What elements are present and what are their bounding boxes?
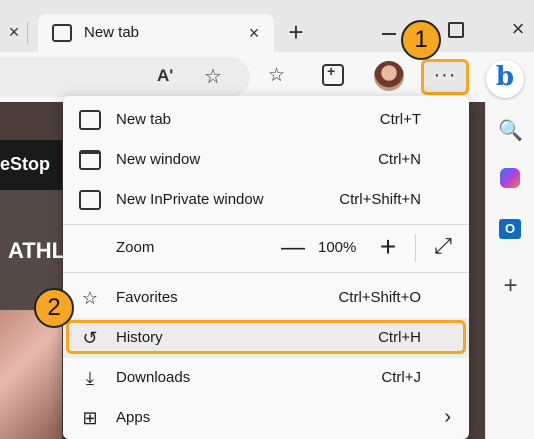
- toolbar: Aʹ ☆ ☆ + ··· b: [0, 52, 534, 102]
- menu-item-label: New window: [116, 151, 201, 168]
- edge-sidebar: 🔍 O +: [485, 102, 534, 439]
- zoom-divider: [415, 234, 416, 262]
- add-favorite-icon[interactable]: ☆: [204, 64, 222, 89]
- zoom-in-button[interactable]: +: [376, 231, 400, 263]
- copilot-sidebar-icon[interactable]: [500, 168, 520, 188]
- favorites-icon: ☆: [81, 288, 99, 308]
- new-tab-page-icon: [52, 24, 72, 42]
- inprivate-icon: [79, 190, 101, 210]
- zoom-level: 100%: [318, 239, 357, 256]
- menu-item-label: New InPrivate window: [116, 191, 264, 208]
- step-2-badge: 2: [34, 288, 74, 328]
- window-icon: [79, 150, 101, 170]
- settings-menu: New tab Ctrl+T New window Ctrl+N New InP…: [63, 96, 469, 439]
- hero-text: ATHL: [8, 238, 66, 263]
- menu-item-new-tab[interactable]: New tab Ctrl+T: [63, 100, 469, 140]
- menu-item-label: Zoom: [116, 239, 155, 256]
- step-1-badge: 1: [401, 20, 441, 60]
- minimize-button[interactable]: [382, 33, 396, 35]
- hero-photo: [0, 310, 62, 439]
- more-icon: ···: [433, 64, 457, 86]
- menu-item-shortcut: Ctrl+Shift+O: [338, 289, 421, 306]
- menu-item-apps[interactable]: ⊞ Apps ›: [63, 398, 469, 438]
- close-window-button[interactable]: ×: [507, 18, 529, 40]
- tab-strip: × New tab × + ×: [0, 0, 534, 52]
- copilot-icon: b: [495, 62, 515, 92]
- add-sidebar-app-icon[interactable]: +: [486, 272, 534, 300]
- history-highlight-box: [66, 320, 466, 354]
- outlook-icon[interactable]: O: [499, 219, 521, 239]
- new-tab-icon: [79, 110, 101, 130]
- menu-item-favorites[interactable]: ☆ Favorites Ctrl+Shift+O: [63, 278, 469, 318]
- menu-item-label: Favorites: [116, 289, 178, 306]
- menu-divider: [63, 224, 469, 225]
- new-tab-button[interactable]: +: [283, 19, 309, 46]
- menu-item-label: Downloads: [116, 369, 191, 386]
- menu-item-shortcut: Ctrl+N: [378, 151, 421, 168]
- tab-label: New tab: [84, 24, 140, 41]
- maximize-button[interactable]: [448, 22, 464, 38]
- menu-item-shortcut: Ctrl+T: [379, 111, 421, 128]
- tab-close-button[interactable]: ×: [244, 23, 264, 43]
- menu-item-shortcut: Ctrl+Shift+N: [339, 191, 421, 208]
- read-aloud-icon[interactable]: Aʹ: [157, 66, 173, 86]
- menu-item-label: New tab: [116, 111, 172, 128]
- favorites-icon[interactable]: ☆: [268, 64, 285, 87]
- menu-item-shortcut: Ctrl+J: [381, 369, 421, 386]
- menu-item-label: Apps: [116, 409, 151, 426]
- settings-and-more-button[interactable]: ···: [421, 59, 469, 95]
- menu-item-zoom: Zoom — 100% + ⤢: [63, 228, 469, 268]
- apps-icon: ⊞: [82, 408, 98, 428]
- download-icon: ⤓: [86, 368, 94, 388]
- menu-divider: [63, 272, 469, 273]
- zoom-out-button[interactable]: —: [281, 234, 305, 262]
- profile-avatar[interactable]: [374, 61, 404, 91]
- menu-item-new-window[interactable]: New window Ctrl+N: [63, 140, 469, 180]
- copilot-button[interactable]: b: [486, 60, 524, 98]
- tab-divider: [27, 22, 28, 44]
- previous-tab-close-button[interactable]: ×: [4, 22, 24, 42]
- tab-new-tab[interactable]: New tab ×: [38, 14, 274, 52]
- chevron-right-icon: ›: [444, 406, 451, 428]
- site-brand-text: eStop: [0, 154, 51, 174]
- menu-item-downloads[interactable]: ⤓ Downloads Ctrl+J: [63, 358, 469, 398]
- fullscreen-icon[interactable]: ⤢: [430, 233, 456, 259]
- collections-plus-icon: +: [327, 63, 336, 79]
- search-icon[interactable]: 🔍: [486, 118, 534, 143]
- menu-item-new-inprivate-window[interactable]: New InPrivate window Ctrl+Shift+N: [63, 180, 469, 220]
